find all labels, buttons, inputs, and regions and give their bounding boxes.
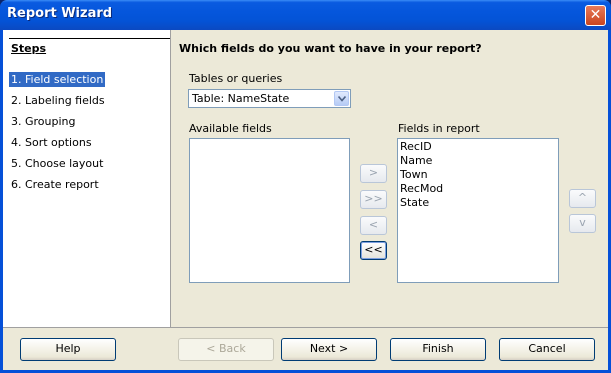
fields-in-report-label: Fields in report (398, 122, 480, 135)
page-heading: Which fields do you want to have in your… (179, 42, 482, 55)
steps-title: Steps (11, 42, 47, 55)
steps-separator (9, 38, 170, 39)
step-create-report[interactable]: 6. Create report (9, 177, 101, 192)
remove-field-button[interactable]: < (360, 216, 387, 235)
fields-in-report-list[interactable]: RecID Name Town RecMod State (397, 138, 559, 283)
tables-combo[interactable]: Table: NameState (188, 89, 351, 108)
add-all-fields-button[interactable]: >> (360, 190, 387, 209)
list-item[interactable]: Name (400, 154, 432, 168)
steps-panel: Steps 1. Field selection 2. Labeling fie… (3, 30, 170, 327)
horizontal-divider (3, 327, 608, 328)
tables-label: Tables or queries (189, 72, 283, 85)
back-button[interactable]: < Back (178, 338, 274, 361)
step-choose-layout[interactable]: 5. Choose layout (9, 156, 105, 171)
close-icon: ✕ (589, 7, 602, 23)
window-title: Report Wizard (7, 6, 113, 21)
list-item[interactable]: State (400, 196, 429, 210)
list-item[interactable]: Town (400, 168, 428, 182)
available-fields-list[interactable] (189, 138, 350, 283)
step-field-selection[interactable]: 1. Field selection (9, 72, 106, 87)
help-button[interactable]: Help (20, 338, 116, 361)
title-bar[interactable]: Report Wizard ✕ (0, 0, 611, 30)
close-button[interactable]: ✕ (585, 5, 606, 26)
move-up-button[interactable]: ^ (569, 189, 596, 208)
add-field-button[interactable]: > (360, 164, 387, 183)
tables-combo-value: Table: NameState (192, 92, 290, 105)
dialog-body: Steps 1. Field selection 2. Labeling fie… (0, 30, 611, 373)
next-button[interactable]: Next > (281, 338, 377, 361)
step-labeling-fields[interactable]: 2. Labeling fields (9, 93, 107, 108)
remove-all-fields-button[interactable]: << (360, 241, 387, 260)
list-item[interactable]: RecMod (400, 182, 443, 196)
vertical-divider (170, 30, 171, 327)
available-fields-label: Available fields (189, 122, 272, 135)
move-down-button[interactable]: v (569, 214, 596, 233)
report-wizard-window: Report Wizard ✕ Steps 1. Field selection… (0, 0, 611, 373)
list-item[interactable]: RecID (400, 140, 432, 154)
chevron-down-icon (338, 96, 346, 102)
cancel-button[interactable]: Cancel (499, 338, 595, 361)
step-grouping[interactable]: 3. Grouping (9, 114, 78, 129)
step-sort-options[interactable]: 4. Sort options (9, 135, 94, 150)
finish-button[interactable]: Finish (390, 338, 486, 361)
combo-dropdown-button[interactable] (334, 91, 349, 106)
